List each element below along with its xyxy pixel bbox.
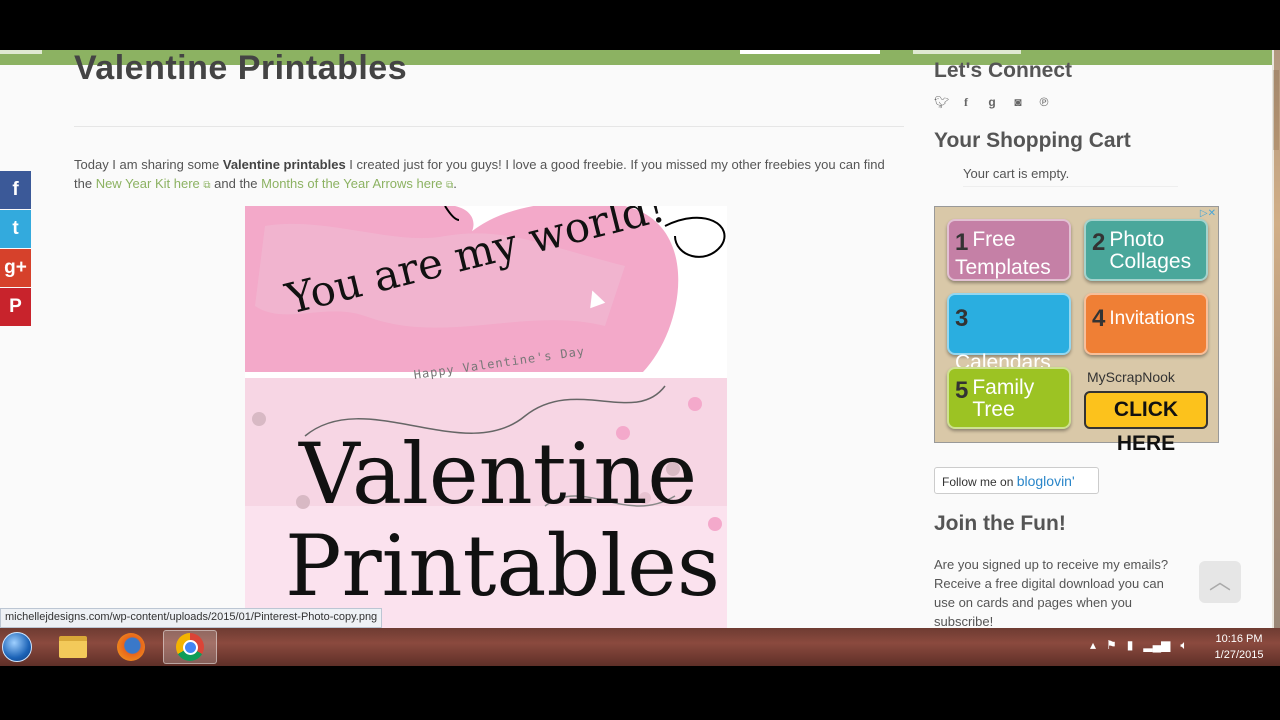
- chevron-up-icon: ︿: [1208, 569, 1231, 594]
- start-button[interactable]: [0, 629, 34, 665]
- ad-item[interactable]: 5 Family Tree: [947, 367, 1071, 429]
- taskbar-clock[interactable]: 10:16 PM 1/27/2015: [1204, 631, 1274, 663]
- shopping-cart-heading: Your Shopping Cart: [934, 129, 1131, 152]
- ad-item-label: Free Templates: [955, 228, 1051, 279]
- googleplus-icon[interactable]: g: [986, 95, 998, 110]
- chrome-icon: [176, 633, 204, 661]
- twitter-share-button[interactable]: t: [0, 210, 31, 248]
- ad-banner[interactable]: ▷✕ 1 Free Templates 2 Photo Collages 3 Cale…: [934, 206, 1219, 455]
- back-to-top-button[interactable]: ︿: [1199, 561, 1241, 603]
- taskbar-chrome[interactable]: [163, 630, 217, 664]
- pinterest-icon: P: [9, 296, 22, 317]
- divider: [963, 186, 1178, 187]
- folder-icon: [59, 636, 87, 658]
- firefox-icon: [117, 633, 145, 661]
- volume-icon[interactable]: 🔈︎: [1180, 638, 1187, 653]
- action-center-flag-icon[interactable]: ⚑: [1106, 638, 1117, 653]
- ad-item-number: 3: [955, 305, 969, 332]
- new-year-kit-link[interactable]: New Year Kit here ⧉: [96, 176, 211, 191]
- post-title: Valentine Printables: [74, 50, 408, 87]
- show-hidden-icons-icon[interactable]: ▴: [1090, 638, 1096, 653]
- screen: Valentine Printables Today I am sharing …: [0, 0, 1280, 720]
- ad-item-number: 2: [1092, 229, 1106, 256]
- divider: [74, 126, 904, 127]
- join-heading: Join the Fun!: [934, 512, 1066, 535]
- instagram-icon[interactable]: ◙: [1012, 95, 1024, 110]
- ad-item[interactable]: 1 Free Templates: [947, 219, 1071, 281]
- clock-date: 1/27/2015: [1214, 649, 1264, 661]
- ad-item-label: Invitations: [1109, 308, 1195, 329]
- status-bar-url: michellejdesigns.com/wp-content/uploads/…: [0, 608, 383, 628]
- join-text: Are you signed up to receive my emails? …: [934, 557, 1169, 628]
- taskbar-firefox[interactable]: [104, 630, 158, 664]
- intro-bold: Valentine printables: [222, 157, 346, 172]
- power-icon[interactable]: ▮: [1127, 638, 1134, 653]
- hero-image[interactable]: You are my world! Happy Valentine's Day …: [245, 206, 727, 628]
- ad-item-label: Family Tree: [972, 376, 1035, 421]
- header-tab[interactable]: [740, 50, 880, 54]
- months-arrows-link[interactable]: Months of the Year Arrows here ⧉: [261, 176, 453, 191]
- googleplus-icon: g+: [4, 257, 27, 278]
- post-intro: Today I am sharing some Valentine printa…: [74, 155, 894, 195]
- taskbar: ▴ ⚑ ▮ ▂▄▆ 🔈︎ 10:16 PM 1/27/2015: [0, 628, 1280, 666]
- pinterest-share-button[interactable]: P: [0, 288, 31, 326]
- lets-connect-heading: Let's Connect: [934, 59, 1073, 82]
- desktop-edge: [1274, 50, 1280, 628]
- header-tab[interactable]: [0, 50, 42, 54]
- ad-click-here-button[interactable]: CLICK HERE: [1084, 391, 1208, 455]
- clock-time: 10:16 PM: [1215, 633, 1263, 645]
- facebook-icon: f: [12, 179, 19, 200]
- ad-item-number: 4: [1092, 305, 1106, 332]
- ad-brand: MyScrapNook: [1087, 369, 1175, 385]
- network-icon[interactable]: ▂▄▆: [1143, 638, 1170, 653]
- twitter-icon: t: [12, 218, 19, 239]
- cart-empty-text: Your cart is empty.: [963, 166, 1070, 181]
- hero-title-line-2: Printables: [285, 517, 720, 615]
- ad-item-number: 5: [955, 377, 969, 404]
- external-link-icon: ⧉: [203, 180, 211, 191]
- system-tray: ▴ ⚑ ▮ ▂▄▆ 🔈︎: [1090, 638, 1188, 653]
- ad-choices-icon[interactable]: ▷✕: [1200, 208, 1216, 219]
- link-text: Months of the Year Arrows here: [261, 176, 443, 191]
- twitter-icon[interactable]: 🐦︎: [934, 95, 949, 110]
- taskbar-explorer[interactable]: [46, 630, 100, 664]
- intro-text: Today I am sharing some: [74, 157, 223, 172]
- facebook-icon[interactable]: f: [960, 95, 972, 110]
- pinterest-icon[interactable]: ℗: [1038, 95, 1050, 110]
- bloglovin-follow-button[interactable]: Follow me on bloglovin': [934, 467, 1099, 494]
- ad-item[interactable]: 4 Invitations: [1084, 293, 1208, 355]
- header-tab[interactable]: [913, 50, 1021, 54]
- ad-item-label: Photo Collages: [1109, 228, 1192, 273]
- link-text: New Year Kit here: [95, 176, 200, 191]
- facebook-share-button[interactable]: f: [0, 171, 31, 209]
- bloglovin-label: Follow me on: [942, 475, 1017, 489]
- hero-title-line-1: Valentine: [299, 425, 698, 523]
- social-icons: 🐦︎ f g ◙ ℗: [934, 95, 1050, 110]
- windows-logo-icon: [2, 632, 32, 662]
- intro-text: and the: [210, 176, 262, 191]
- ad-item-number: 1: [955, 229, 969, 256]
- intro-text: .: [453, 176, 457, 191]
- ad-item[interactable]: 3 Calendars: [947, 293, 1071, 374]
- browser-viewport: Valentine Printables Today I am sharing …: [0, 50, 1272, 628]
- bloglovin-brand: bloglovin': [1016, 473, 1075, 489]
- ad-item[interactable]: 2 Photo Collages: [1084, 219, 1208, 281]
- googleplus-share-button[interactable]: g+: [0, 249, 31, 287]
